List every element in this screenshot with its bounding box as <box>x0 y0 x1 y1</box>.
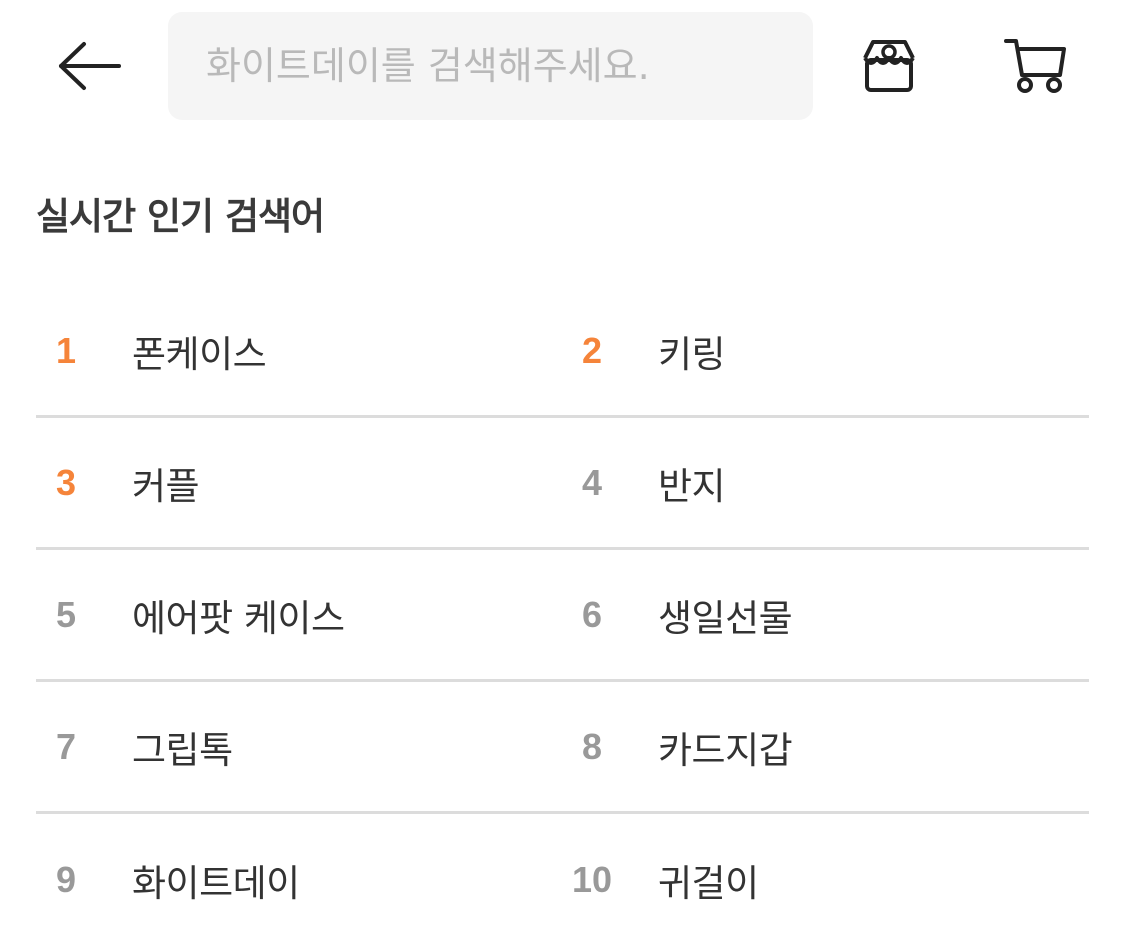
rank-item[interactable]: 7 그립톡 <box>36 682 562 811</box>
rank-number: 2 <box>581 329 603 371</box>
rank-term: 반지 <box>658 464 726 508</box>
rank-term: 키링 <box>658 332 726 376</box>
top-bar <box>0 0 1125 134</box>
rank-item[interactable]: 9 화이트데이 <box>36 814 562 946</box>
rank-number: 7 <box>55 725 77 767</box>
rank-number: 1 <box>55 329 77 371</box>
rank-term: 카드지갑 <box>658 728 793 772</box>
rank-row: 9 화이트데이 10 귀걸이 <box>36 814 1089 946</box>
popular-search-list: 1 폰케이스 2 키링 3 커플 4 반지 5 에어팟 케이스 6 생일선물 7… <box>36 286 1089 946</box>
rank-term: 커플 <box>132 464 200 508</box>
rank-number: 4 <box>581 461 603 503</box>
rank-row: 5 에어팟 케이스 6 생일선물 <box>36 550 1089 682</box>
rank-row: 1 폰케이스 2 키링 <box>36 286 1089 418</box>
store-icon <box>857 34 921 102</box>
rank-number: 10 <box>571 859 613 900</box>
section-title: 실시간 인기 검색어 <box>36 195 325 238</box>
back-button[interactable] <box>52 36 128 100</box>
rank-item[interactable]: 3 커플 <box>36 418 562 547</box>
rank-row: 7 그립톡 8 카드지갑 <box>36 682 1089 814</box>
rank-row: 3 커플 4 반지 <box>36 418 1089 550</box>
rank-item[interactable]: 2 키링 <box>562 286 1088 415</box>
search-input[interactable] <box>204 43 813 89</box>
rank-term: 귀걸이 <box>658 862 759 905</box>
cart-button[interactable] <box>1000 30 1070 106</box>
rank-item[interactable]: 5 에어팟 케이스 <box>36 550 562 679</box>
rank-term: 생일선물 <box>658 596 793 640</box>
rank-number: 8 <box>581 725 603 767</box>
rank-item[interactable]: 1 폰케이스 <box>36 286 562 415</box>
store-button[interactable] <box>854 30 924 106</box>
rank-term: 그립톡 <box>132 728 233 772</box>
rank-number: 6 <box>581 593 603 635</box>
rank-item[interactable]: 4 반지 <box>562 418 1088 547</box>
rank-term: 화이트데이 <box>132 862 300 905</box>
rank-number: 5 <box>55 593 77 635</box>
rank-number: 3 <box>55 461 77 503</box>
search-bar[interactable] <box>168 12 813 120</box>
rank-term: 폰케이스 <box>132 332 267 376</box>
rank-item[interactable]: 6 생일선물 <box>562 550 1088 679</box>
rank-item[interactable]: 8 카드지갑 <box>562 682 1088 811</box>
arrow-left-icon <box>57 41 123 95</box>
cart-icon <box>1002 35 1068 101</box>
rank-item[interactable]: 10 귀걸이 <box>562 814 1088 946</box>
rank-number: 9 <box>55 859 77 900</box>
rank-term: 에어팟 케이스 <box>132 596 345 640</box>
